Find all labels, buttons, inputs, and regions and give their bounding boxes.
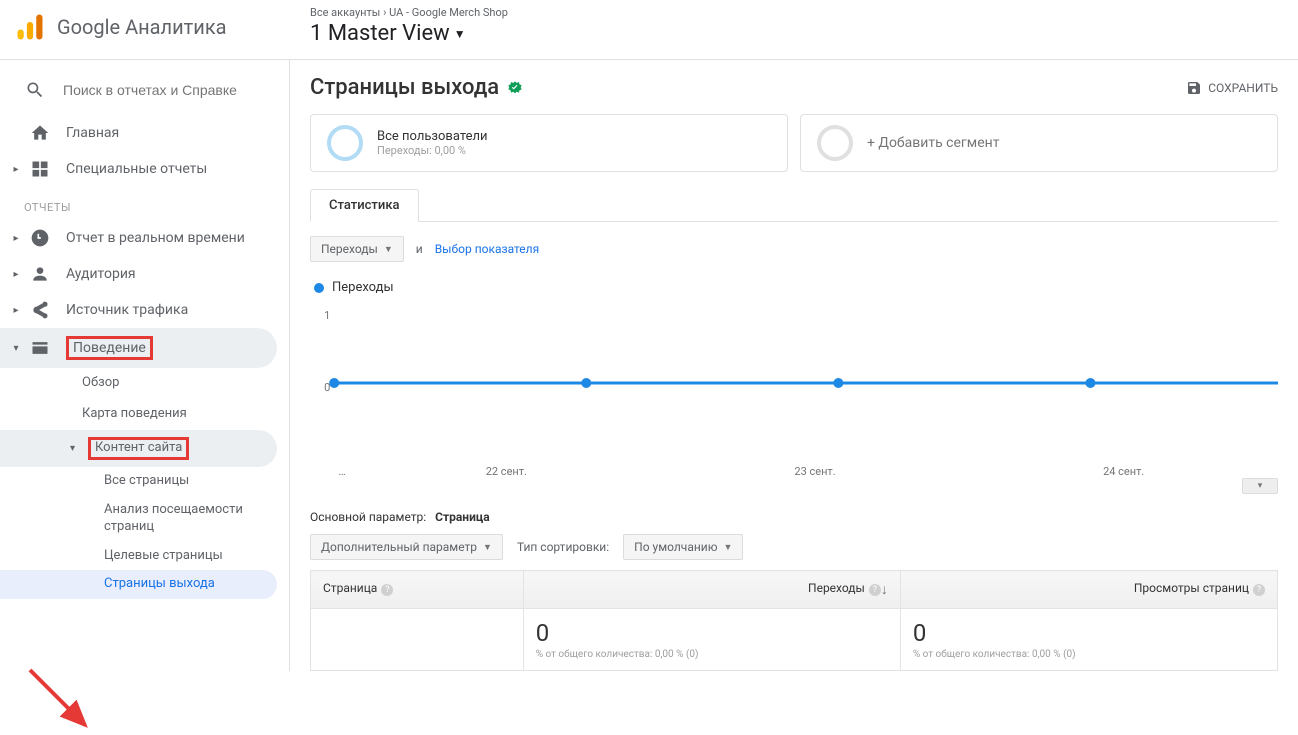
widgets-icon [30, 159, 50, 179]
sidebar-section-reports: ОТЧЕТЫ [0, 187, 289, 220]
search-input[interactable] [63, 82, 243, 98]
sidebar-audience-label: Аудитория [66, 265, 136, 283]
and-text: и [416, 242, 423, 256]
sidebar-item-custom[interactable]: ▸ Специальные отчеты [0, 151, 289, 187]
sidebar-search[interactable] [0, 70, 289, 115]
svg-text:1: 1 [324, 309, 330, 322]
collapse-icon: ▾ [70, 442, 82, 455]
sidebar-sub-exit[interactable]: Страницы выхода [0, 570, 277, 599]
view-selector[interactable]: 1 Master View ▼ [310, 21, 508, 46]
chart-x-axis: … 22 сент. 23 сент. 24 сент. [310, 465, 1278, 478]
chevron-down-icon: ▼ [384, 244, 393, 255]
ga-logo-icon [15, 12, 45, 42]
logo-section: Google Аналитика [0, 0, 290, 42]
tab-bar: Статистика [310, 188, 1278, 222]
breadcrumb-section: Все аккаунты › UA - Google Merch Shop 1 … [290, 0, 508, 46]
sort-type-label: Тип сортировки: [517, 540, 609, 554]
sidebar-item-audience[interactable]: ▸ Аудитория [0, 256, 289, 292]
exits-subtext: % от общего количества: 0,00 % (0) [536, 649, 888, 660]
expand-icon: ▸ [10, 305, 22, 316]
segment-subtitle: Переходы: 0,00 % [377, 144, 488, 157]
tab-statistics[interactable]: Статистика [310, 189, 419, 222]
sort-type-dropdown[interactable]: По умолчанию▼ [623, 534, 743, 560]
col-views[interactable]: Просмотры страниц? [900, 571, 1277, 609]
segment-row: Все пользователи Переходы: 0,00 % + Доба… [310, 114, 1278, 172]
chart-controls: Переходы▼ и Выбор показателя [310, 222, 1278, 276]
segment-all-users[interactable]: Все пользователи Переходы: 0,00 % [310, 114, 788, 172]
data-table: Страница? Переходы? ↓ Просмотры страниц?… [310, 570, 1278, 671]
chevron-down-icon: ▼ [483, 542, 492, 553]
sidebar-sub-drilldown[interactable]: Анализ посещаемости страниц [0, 496, 289, 542]
legend-label: Переходы [332, 280, 394, 295]
breadcrumb-sep: › [380, 6, 389, 19]
views-value: 0 [913, 619, 1265, 647]
search-icon [25, 80, 45, 100]
secondary-dimension-dropdown[interactable]: Дополнительный параметр▼ [310, 534, 503, 560]
sidebar-behavior-label: Поведение [66, 336, 153, 360]
sidebar-sub-overview[interactable]: Обзор [0, 368, 289, 399]
breadcrumb[interactable]: Все аккаунты › UA - Google Merch Shop [310, 6, 508, 19]
expand-icon: ▸ [10, 164, 22, 175]
col-page[interactable]: Страница? [311, 571, 524, 609]
chart-legend: Переходы [310, 276, 1278, 305]
collapse-icon: ▾ [10, 343, 22, 354]
expand-icon: ▸ [10, 233, 22, 244]
sidebar-sub-flow[interactable]: Карта поведения [0, 399, 289, 430]
sidebar-custom-label: Специальные отчеты [66, 160, 207, 178]
segment-circle-icon [327, 125, 363, 161]
view-name: 1 Master View [310, 21, 450, 46]
page-icon [30, 338, 50, 358]
col-exits[interactable]: Переходы? ↓ [523, 571, 900, 609]
save-button[interactable]: СОХРАНИТЬ [1186, 80, 1278, 96]
chart-scroll-button[interactable]: ▾ [1242, 478, 1278, 494]
breadcrumb-all[interactable]: Все аккаунты [310, 6, 380, 19]
sidebar-item-acquisition[interactable]: ▸ Источник трафика [0, 292, 289, 328]
share-icon [30, 300, 50, 320]
sort-desc-icon: ↓ [881, 581, 888, 598]
sidebar-sub-content[interactable]: ▾ Контент сайта [0, 430, 277, 467]
choose-metric-link[interactable]: Выбор показателя [435, 242, 540, 256]
sidebar-item-home[interactable]: Главная [0, 115, 289, 151]
views-subtext: % от общего количества: 0,00 % (0) [913, 649, 1265, 660]
segment-circle-icon [817, 125, 853, 161]
help-icon[interactable]: ? [869, 584, 881, 596]
legend-dot-icon [314, 283, 324, 293]
sidebar-sub-all-pages[interactable]: Все страницы [0, 467, 289, 496]
breadcrumb-property[interactable]: UA - Google Merch Shop [389, 6, 508, 19]
filter-row: Дополнительный параметр▼ Тип сортировки:… [310, 534, 1278, 570]
save-icon [1186, 80, 1202, 96]
chart-area: 1 0 [310, 305, 1278, 465]
product-name: Google Аналитика [57, 15, 227, 39]
exits-value: 0 [536, 619, 888, 647]
sidebar-content-label: Контент сайта [88, 437, 189, 460]
add-segment-label: + Добавить сегмент [867, 135, 999, 151]
sidebar-item-realtime[interactable]: ▸ Отчет в реальном времени [0, 220, 289, 256]
chevron-down-icon: ▼ [454, 27, 466, 41]
app-header: Google Аналитика Все аккаунты › UA - Goo… [0, 0, 1298, 60]
person-icon [30, 264, 50, 284]
help-icon[interactable]: ? [1253, 584, 1265, 596]
home-icon [30, 123, 50, 143]
clock-icon [30, 228, 50, 248]
segment-title: Все пользователи [377, 129, 488, 144]
help-icon[interactable]: ? [381, 584, 393, 596]
save-label: СОХРАНИТЬ [1208, 81, 1278, 95]
chevron-down-icon: ▼ [723, 542, 732, 553]
primary-dimension-row: Основной параметр: Страница [310, 494, 1278, 534]
main-content: Страницы выхода СОХРАНИТЬ Все пользовате… [290, 60, 1298, 671]
primary-dimension-value[interactable]: Страница [435, 510, 489, 524]
line-chart: 1 0 [310, 305, 1278, 465]
sidebar-acquisition-label: Источник трафика [66, 301, 188, 319]
add-segment[interactable]: + Добавить сегмент [800, 114, 1278, 172]
table-summary-row: 0 % от общего количества: 0,00 % (0) 0 %… [311, 609, 1278, 671]
verified-icon [507, 80, 523, 96]
metric-dropdown[interactable]: Переходы▼ [310, 236, 404, 262]
sidebar-home-label: Главная [66, 124, 119, 142]
expand-icon: ▸ [10, 269, 22, 280]
sidebar-sub-landing[interactable]: Целевые страницы [0, 542, 289, 571]
page-title: Страницы выхода [310, 75, 523, 100]
sidebar: Главная ▸ Специальные отчеты ОТЧЕТЫ ▸ От… [0, 60, 290, 671]
sidebar-item-behavior[interactable]: ▾ Поведение [0, 328, 277, 368]
sidebar-realtime-label: Отчет в реальном времени [66, 229, 245, 247]
